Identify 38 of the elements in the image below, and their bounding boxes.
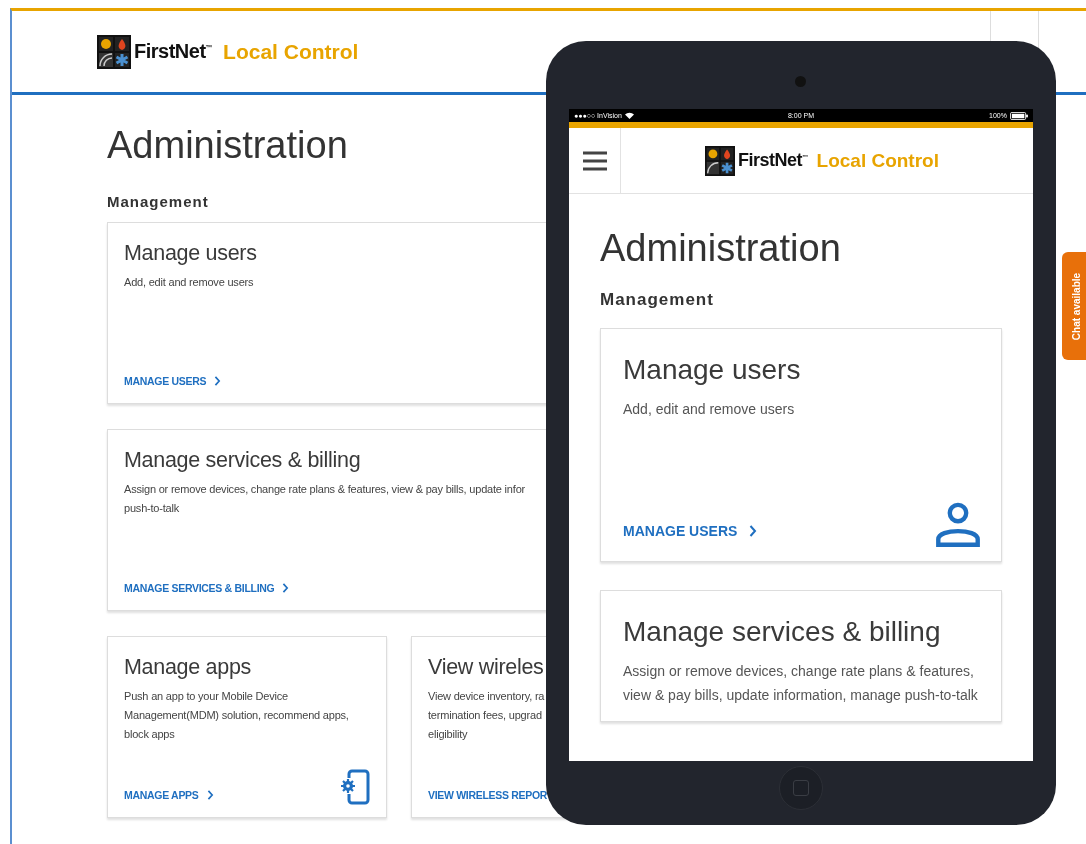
section-heading: Management (600, 290, 714, 310)
menu-icon (582, 150, 607, 171)
brand-name: FirstNet$^{™}$ (134, 40, 213, 63)
page-title: Administration (600, 226, 841, 271)
chevron-icon (214, 376, 222, 386)
wifi-icon (624, 112, 634, 119)
chat-tab[interactable]: Chat available (1062, 252, 1086, 360)
logo-icon (705, 145, 735, 176)
card-link[interactable]: VIEW WIRELESS REPOR (428, 789, 548, 805)
card-description: Assign or remove devices, change rate plans & features, view & pay bills, update infor push-to-talk (124, 482, 526, 516)
card-link[interactable]: MANAGE USERS (623, 523, 758, 547)
card-title: Manage services & billing (623, 615, 942, 649)
card-description: View device inventory, ra termination fees, upgrad eligibility (428, 689, 545, 742)
card-link[interactable]: MANAGE USERS (124, 375, 222, 391)
card-title: View wireles (428, 654, 544, 681)
card-title: Manage users (623, 353, 802, 387)
card-title: Manage users (124, 240, 257, 267)
card-title: Manage apps (124, 654, 251, 681)
page-title: Administration (107, 123, 348, 168)
card-link[interactable]: MANAGE SERVICES & BILLING (124, 582, 290, 598)
card-description: Push an app to your Mobile Device Management(MDM) solution, recommend apps, block apps (124, 689, 349, 742)
brand-name: FirstNet$^{™}$ (738, 150, 808, 171)
logo-icon (97, 34, 131, 69)
card-description: Add, edit and remove users (124, 275, 254, 290)
section-heading: Management (107, 193, 209, 210)
card-link[interactable]: MANAGE APPS (124, 789, 214, 805)
camera-lens (795, 76, 806, 87)
phone-gear-icon (340, 769, 370, 805)
card-title: Manage services & billing (124, 447, 361, 474)
card-description: Add, edit and remove users (623, 400, 796, 419)
chevron-icon (206, 790, 214, 800)
product-name: Local Control (223, 39, 359, 64)
card-description: Assign or remove devices, change rate plans & features, view & pay bills, update information, manage push-to-talk (623, 662, 979, 705)
chevron-icon (282, 583, 290, 593)
chevron-icon (749, 525, 758, 537)
product-name: Local Control (816, 149, 939, 172)
user-icon (935, 501, 981, 547)
battery-icon (1010, 111, 1028, 120)
